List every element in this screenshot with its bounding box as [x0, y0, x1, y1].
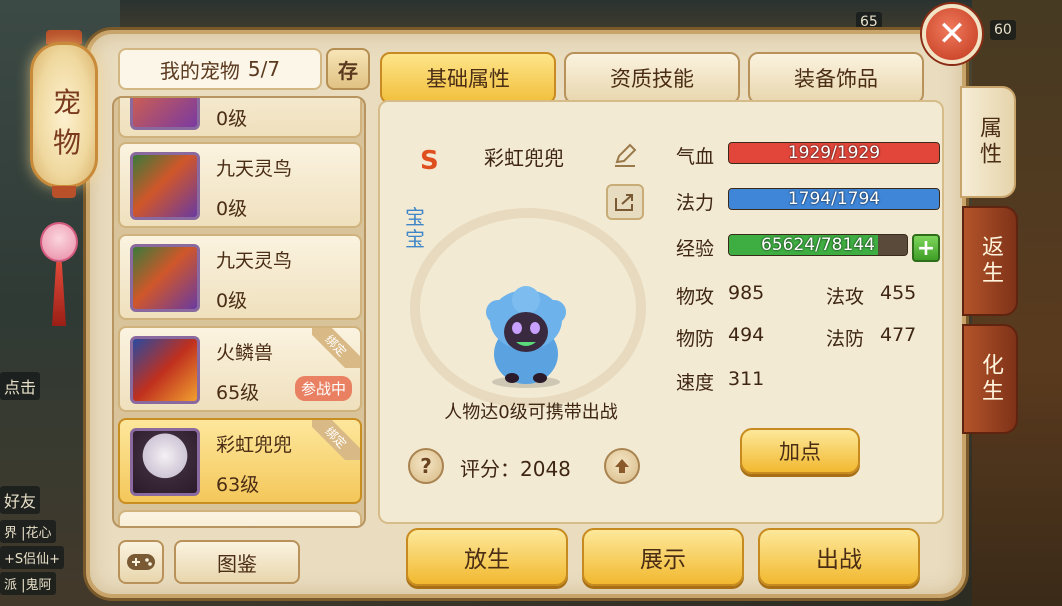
share-icon: [615, 194, 633, 211]
phys-atk-value: 985: [728, 282, 765, 304]
mag-def-value: 477: [880, 324, 917, 346]
pet-avatar: [130, 428, 200, 496]
upgrade-button[interactable]: [604, 448, 640, 484]
add-point-button[interactable]: 加点: [740, 428, 860, 474]
pet-list-title: 我的宠物: [159, 58, 240, 83]
lantern-char: 宠: [52, 86, 81, 119]
exp-value: 65624/78144: [761, 235, 875, 255]
hp-value: 1929/1929: [787, 143, 881, 163]
mag-atk-value: 455: [880, 282, 917, 304]
pet-avatar: [130, 336, 200, 404]
pet-lantern: 宠 物: [28, 30, 100, 200]
tab-basic-attributes[interactable]: 基础属性: [380, 52, 556, 104]
release-button[interactable]: 放生: [406, 528, 568, 586]
phys-def-label: 物防: [676, 328, 715, 350]
pet-list-item[interactable]: 九天灵鸟 0级: [118, 142, 362, 228]
tab-equipment-accessories[interactable]: 装备饰品: [748, 52, 924, 104]
bound-badge: 绑定: [312, 328, 360, 368]
baby-tag: 宝宝: [405, 205, 425, 251]
close-button[interactable]: ✕: [922, 4, 982, 64]
background-top: [90, 0, 990, 30]
background-chat-line: +S侣仙+: [0, 546, 65, 569]
bound-badge: 绑定: [312, 420, 360, 460]
plus-icon: +: [916, 235, 936, 261]
in-battle-badge: 参战中: [294, 376, 352, 401]
side-tab-rebirth[interactable]: 返生: [962, 206, 1018, 316]
pet-list-item[interactable]: 火鳞兽 65级 绑定 参战中: [118, 326, 362, 412]
pet-name: 彩虹兜兜: [216, 434, 293, 456]
score-value: 2048: [520, 457, 571, 481]
tab-aptitude-skills[interactable]: 资质技能: [564, 52, 740, 104]
carry-requirement: 人物达0级可携带出战: [444, 402, 618, 423]
pet-level: 0级: [216, 290, 248, 312]
share-button[interactable]: [606, 184, 644, 220]
score-label: 评分：: [460, 457, 520, 481]
background-chat-line: 派 |鬼阿: [0, 572, 56, 595]
mag-def-label: 法防: [826, 328, 865, 350]
help-button[interactable]: ?: [408, 448, 444, 484]
pet-list-item[interactable]: 0级: [118, 98, 362, 138]
pet-list[interactable]: 0级 九天灵鸟 0级 九天灵鸟 0级 火鳞兽 65级 绑定 参战中 彩虹兜兜 6…: [112, 96, 366, 528]
hp-bar: 1929/1929: [728, 142, 940, 164]
pet-count: 5/7: [247, 57, 281, 81]
pet-portrait: [486, 286, 566, 388]
mp-value: 1794/1794: [787, 189, 881, 209]
mp-bar: 1794/1794: [728, 188, 940, 210]
pet-name: 火鳞兽: [216, 342, 274, 364]
mp-label: 法力: [676, 192, 715, 214]
side-tab-transform[interactable]: 化生: [962, 324, 1018, 434]
pet-score: 评分：2048: [460, 453, 571, 482]
pet-level: 0级: [216, 108, 248, 130]
pet-list-header: 我的宠物 5/7: [118, 48, 322, 90]
pet-list-item[interactable]: 九天灵鸟 0级: [118, 234, 362, 320]
pet-grade: S: [420, 146, 439, 176]
help-icon: ?: [420, 454, 432, 478]
pet-avatar: [130, 98, 200, 130]
background-click-hint: 点击: [0, 372, 41, 400]
pig-charm-icon: [40, 222, 78, 262]
pet-name: 九天灵鸟: [216, 250, 293, 272]
background-top-number-2: 60: [990, 20, 1016, 40]
mag-atk-label: 法攻: [826, 286, 865, 308]
gamepad-button[interactable]: [118, 540, 164, 584]
pet-avatar: [130, 152, 200, 220]
hp-label: 气血: [676, 146, 715, 168]
atlas-button[interactable]: 图鉴: [174, 540, 300, 584]
pet-level: 0级: [216, 198, 248, 220]
lantern-body: 宠 物: [30, 42, 98, 188]
exp-label: 经验: [676, 238, 715, 260]
background-friend-label: 好友: [0, 486, 41, 514]
arrow-up-icon: [615, 459, 629, 473]
pet-avatar: [130, 244, 200, 312]
gamepad-icon: [127, 554, 155, 570]
lantern-char: 物: [52, 126, 81, 159]
battle-button[interactable]: 出战: [758, 528, 920, 586]
side-tab-attributes[interactable]: 属性: [960, 86, 1016, 198]
background-chat-line: 界 |花心: [0, 520, 56, 543]
edit-name-icon[interactable]: [612, 142, 638, 168]
show-button[interactable]: 展示: [582, 528, 744, 586]
pet-name: 九天灵鸟: [216, 158, 293, 180]
exp-bar: 65624/78144: [728, 234, 908, 256]
phys-def-value: 494: [728, 324, 765, 346]
background-top-number: 65: [856, 12, 882, 32]
add-exp-button[interactable]: +: [912, 234, 940, 262]
phys-atk-label: 物攻: [676, 286, 715, 308]
pet-list-item[interactable]: [118, 510, 362, 526]
speed-value: 311: [728, 368, 765, 390]
pet-list-item-selected[interactable]: 彩虹兜兜 63级 绑定: [118, 418, 362, 504]
pet-level: 65级: [216, 382, 260, 404]
lantern-base: [52, 186, 76, 198]
speed-label: 速度: [676, 372, 715, 394]
pet-name-title: 彩虹兜兜: [484, 146, 564, 170]
close-icon: ✕: [937, 14, 967, 54]
pet-level: 63级: [216, 474, 260, 496]
store-button[interactable]: 存: [326, 48, 370, 90]
